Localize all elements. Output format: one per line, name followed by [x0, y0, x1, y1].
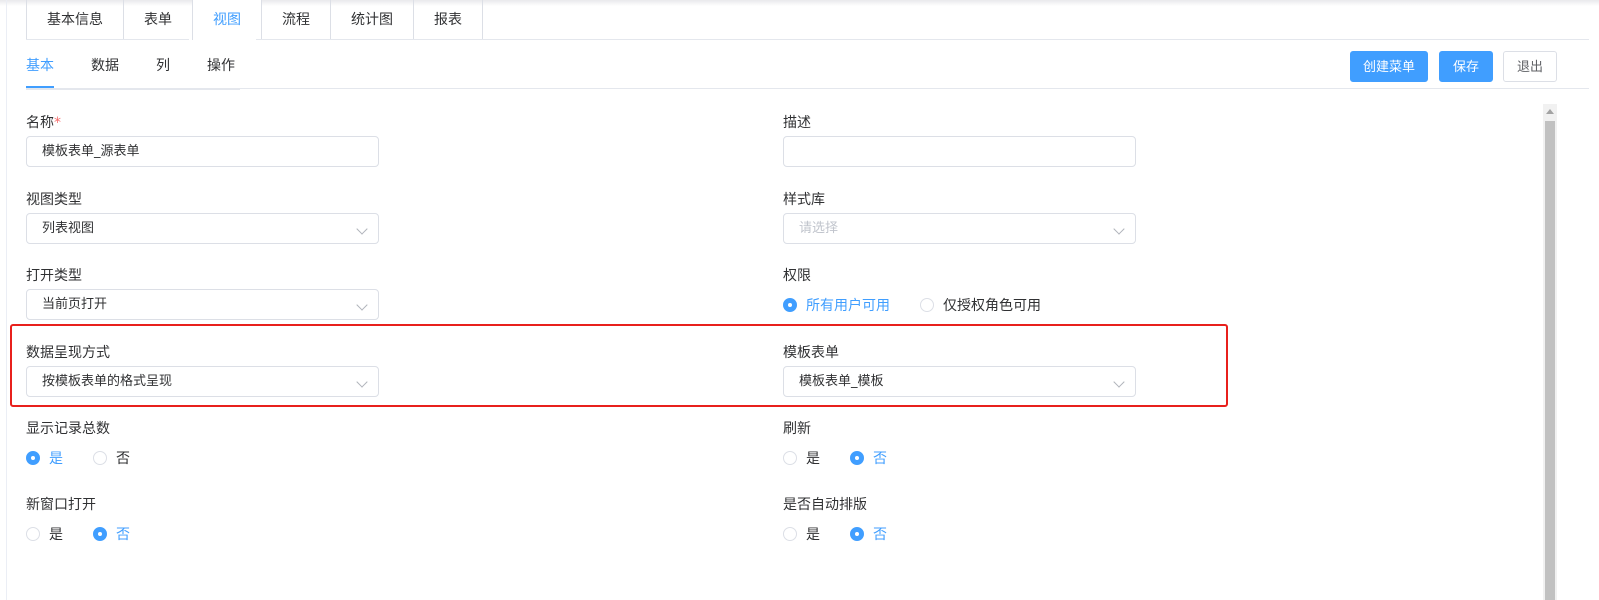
radio-authorized-roles[interactable]: 仅授权角色可用 — [920, 295, 1041, 315]
auto-layout-label: 是否自动排版 — [783, 497, 867, 513]
radio-authorized-roles-label: 仅授权角色可用 — [943, 298, 1041, 314]
show-total-label: 显示记录总数 — [26, 421, 110, 437]
tab-view[interactable]: 视图 — [193, 0, 262, 40]
name-input[interactable]: 模板表单_源表单 — [26, 136, 379, 167]
radio-dot-icon — [920, 298, 934, 312]
scrollbar-thumb[interactable] — [1545, 121, 1555, 600]
save-button[interactable]: 保存 — [1439, 51, 1493, 82]
template-form-label: 模板表单 — [783, 345, 839, 361]
refresh-radio-group: 是 否 — [783, 448, 917, 468]
description-input[interactable] — [783, 136, 1136, 167]
radio-new-window-yes[interactable]: 是 — [26, 524, 63, 544]
radio-dot-icon — [783, 527, 797, 541]
radio-label: 否 — [116, 527, 130, 543]
radio-label: 是 — [49, 451, 63, 467]
exit-button[interactable]: 退出 — [1503, 51, 1557, 82]
top-tab-bar: 基本信息 表单 视图 流程 统计图 报表 — [26, 0, 483, 40]
create-menu-button[interactable]: 创建菜单 — [1350, 51, 1428, 82]
required-mark: * — [54, 115, 61, 131]
view-type-select[interactable]: 列表视图 — [26, 213, 379, 244]
radio-label: 是 — [806, 527, 820, 543]
style-lib-placeholder: 请选择 — [799, 221, 839, 236]
tab-basic-info[interactable]: 基本信息 — [27, 0, 124, 40]
data-display-value: 按模板表单的格式呈现 — [42, 374, 173, 389]
subtab-data[interactable]: 数据 — [91, 50, 119, 88]
permission-radio-group: 所有用户可用 仅授权角色可用 — [783, 295, 1071, 315]
template-form-select[interactable]: 模板表单_模板 — [783, 366, 1136, 397]
radio-dot-icon — [850, 527, 864, 541]
chevron-down-icon — [356, 223, 368, 235]
refresh-label: 刷新 — [783, 421, 811, 437]
tab-form[interactable]: 表单 — [124, 0, 193, 40]
chevron-down-icon — [356, 376, 368, 388]
radio-dot-icon — [783, 298, 797, 312]
template-form-value: 模板表单_模板 — [799, 374, 884, 389]
radio-dot-icon — [93, 527, 107, 541]
radio-dot-icon — [783, 451, 797, 465]
vertical-scrollbar[interactable] — [1543, 104, 1557, 600]
radio-show-total-yes[interactable]: 是 — [26, 448, 63, 468]
auto-layout-radio-group: 是 否 — [783, 524, 917, 544]
open-type-label: 打开类型 — [26, 268, 82, 284]
name-input-value: 模板表单_源表单 — [42, 144, 140, 159]
content-divider — [26, 88, 1589, 89]
radio-auto-layout-yes[interactable]: 是 — [783, 524, 820, 544]
radio-label: 是 — [806, 451, 820, 467]
radio-dot-icon — [93, 451, 107, 465]
name-label: 名称* — [26, 112, 61, 132]
subtab-columns[interactable]: 列 — [156, 50, 170, 88]
subtab-actions[interactable]: 操作 — [207, 50, 235, 88]
new-window-radio-group: 是 否 — [26, 524, 160, 544]
style-lib-select[interactable]: 请选择 — [783, 213, 1136, 244]
open-type-value: 当前页打开 — [42, 297, 108, 312]
tab-bar-divider — [256, 39, 1589, 40]
tab-workflow[interactable]: 流程 — [262, 0, 331, 40]
chevron-down-icon — [356, 299, 368, 311]
radio-auto-layout-no[interactable]: 否 — [850, 524, 887, 544]
radio-dot-icon — [26, 451, 40, 465]
permission-label: 权限 — [783, 268, 811, 284]
sub-tab-underline — [26, 88, 240, 90]
data-display-select[interactable]: 按模板表单的格式呈现 — [26, 366, 379, 397]
sub-tab-bar: 基本 数据 列 操作 — [26, 50, 272, 88]
tab-bar-divider-left — [26, 39, 189, 40]
radio-label: 否 — [873, 451, 887, 467]
radio-new-window-no[interactable]: 否 — [93, 524, 130, 544]
tab-chart[interactable]: 统计图 — [331, 0, 414, 40]
view-type-value: 列表视图 — [42, 221, 95, 236]
radio-dot-icon — [26, 527, 40, 541]
radio-label: 否 — [873, 527, 887, 543]
radio-dot-icon — [850, 451, 864, 465]
name-label-text: 名称 — [26, 115, 54, 131]
new-window-label: 新窗口打开 — [26, 497, 96, 513]
style-lib-label: 样式库 — [783, 192, 825, 208]
data-display-label: 数据呈现方式 — [26, 345, 110, 361]
scroll-up-arrow-icon[interactable] — [1546, 109, 1554, 114]
tab-report[interactable]: 报表 — [414, 0, 482, 40]
show-total-radio-group: 是 否 — [26, 448, 160, 468]
description-label: 描述 — [783, 115, 811, 131]
radio-refresh-no[interactable]: 否 — [850, 448, 887, 468]
open-type-select[interactable]: 当前页打开 — [26, 289, 379, 320]
radio-label: 是 — [49, 527, 63, 543]
view-type-label: 视图类型 — [26, 192, 82, 208]
radio-show-total-no[interactable]: 否 — [93, 448, 130, 468]
radio-label: 否 — [116, 451, 130, 467]
subtab-basic[interactable]: 基本 — [26, 50, 54, 88]
radio-all-users[interactable]: 所有用户可用 — [783, 295, 890, 315]
left-border — [6, 0, 7, 600]
radio-all-users-label: 所有用户可用 — [806, 298, 890, 314]
radio-refresh-yes[interactable]: 是 — [783, 448, 820, 468]
chevron-down-icon — [1113, 376, 1125, 388]
chevron-down-icon — [1113, 223, 1125, 235]
